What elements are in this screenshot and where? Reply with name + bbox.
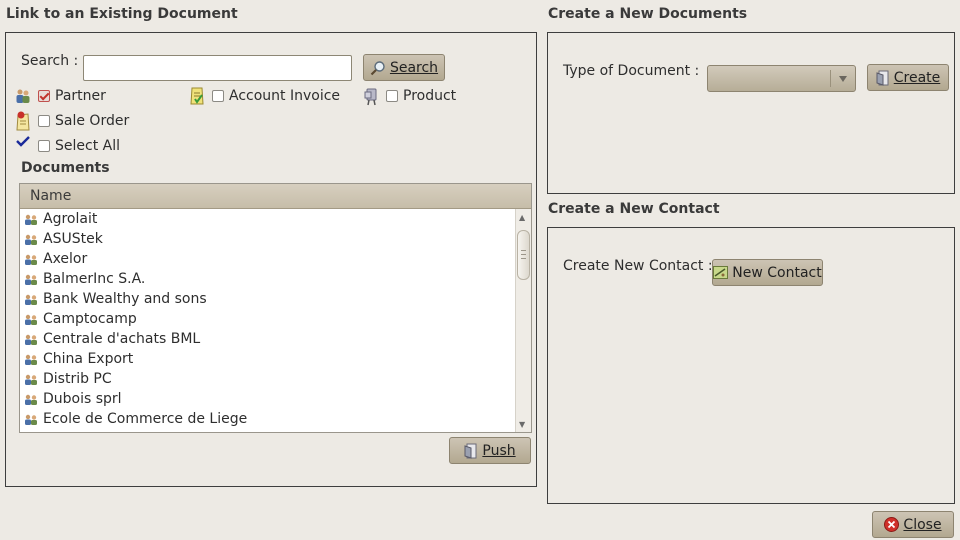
partner-icon bbox=[25, 394, 37, 405]
table-row[interactable]: Centrale d'achats BML bbox=[20, 329, 531, 349]
sale-order-checkbox[interactable] bbox=[38, 115, 50, 127]
search-button[interactable]: Search bbox=[363, 54, 445, 81]
product-checkbox[interactable] bbox=[386, 90, 398, 102]
documents-rows: Agrolait ASUStek Axelor BalmerInc S.A. Bank … bbox=[20, 209, 531, 429]
partner-icon bbox=[25, 214, 37, 225]
table-row[interactable]: BalmerInc S.A. bbox=[20, 269, 531, 289]
account-invoice-filter-label: Account Invoice bbox=[229, 88, 341, 104]
row-name: Centrale d'achats BML bbox=[43, 331, 201, 347]
row-name: Bank Wealthy and sons bbox=[43, 291, 207, 307]
create-icon bbox=[876, 70, 889, 86]
partner-icon bbox=[25, 374, 37, 385]
row-name: Dubois sprl bbox=[43, 391, 122, 407]
select-all-checkbox[interactable] bbox=[38, 140, 50, 152]
create-button[interactable]: Create bbox=[867, 64, 949, 91]
contact-card-icon bbox=[713, 266, 729, 279]
scroll-down-arrow[interactable]: ▼ bbox=[519, 420, 525, 429]
row-name: Camptocamp bbox=[43, 311, 137, 327]
name-column-header[interactable]: Name bbox=[20, 184, 531, 209]
push-button-label: Push bbox=[482, 442, 516, 459]
product-filter-label: Product bbox=[403, 88, 457, 104]
table-row[interactable]: Axelor bbox=[20, 249, 531, 269]
table-row[interactable]: Distrib PC bbox=[20, 369, 531, 389]
close-icon bbox=[884, 517, 900, 532]
partner-filter-label: Partner bbox=[55, 88, 106, 104]
row-name: China Export bbox=[43, 351, 134, 367]
documents-list[interactable]: Name Agrolait ASUStek Axelor BalmerInc S.A.… bbox=[19, 183, 532, 433]
magnifier-icon bbox=[370, 60, 385, 75]
search-label: Search : bbox=[21, 53, 79, 69]
sale-order-filter-label: Sale Order bbox=[55, 113, 130, 129]
checkmark-icon bbox=[16, 136, 30, 147]
create-contact-title: Create a New Contact bbox=[548, 201, 720, 217]
table-row[interactable]: ASUStek bbox=[20, 229, 531, 249]
document-type-select[interactable] bbox=[707, 65, 856, 92]
table-row[interactable]: Agrolait bbox=[20, 209, 531, 229]
partner-icon bbox=[16, 89, 30, 103]
scroll-up-arrow[interactable]: ▲ bbox=[519, 213, 525, 222]
row-name: Agrolait bbox=[43, 211, 98, 227]
partner-checkbox[interactable] bbox=[38, 90, 50, 102]
row-name: Axelor bbox=[43, 251, 88, 267]
search-input[interactable] bbox=[83, 55, 352, 81]
table-row[interactable]: Ecole de Commerce de Liege bbox=[20, 409, 531, 429]
create-document-title: Create a New Documents bbox=[548, 6, 748, 22]
table-row[interactable]: Dubois sprl bbox=[20, 389, 531, 409]
table-row[interactable]: China Export bbox=[20, 349, 531, 369]
create-contact-label: Create New Contact : bbox=[563, 258, 713, 274]
row-name: Distrib PC bbox=[43, 371, 112, 387]
document-type-label: Type of Document : bbox=[563, 63, 700, 79]
account-invoice-checkbox[interactable] bbox=[212, 90, 224, 102]
table-row[interactable]: Camptocamp bbox=[20, 309, 531, 329]
table-row[interactable]: Bank Wealthy and sons bbox=[20, 289, 531, 309]
row-name: ASUStek bbox=[43, 231, 103, 247]
invoice-icon bbox=[190, 87, 204, 105]
partner-icon bbox=[25, 314, 37, 325]
create-document-frame bbox=[547, 32, 955, 194]
close-button-label: Close bbox=[903, 516, 942, 533]
list-scrollbar[interactable]: ▲ ▼ bbox=[515, 209, 531, 432]
partner-icon bbox=[25, 254, 37, 265]
partner-icon bbox=[25, 294, 37, 305]
search-button-label: Search bbox=[389, 59, 439, 76]
create-button-label: Create bbox=[893, 69, 941, 86]
partner-icon bbox=[25, 354, 37, 365]
row-name: Ecole de Commerce de Liege bbox=[43, 411, 248, 427]
new-contact-button[interactable]: New Contact bbox=[712, 259, 823, 286]
partner-icon bbox=[25, 274, 37, 285]
dropdown-arrow-icon bbox=[839, 76, 847, 82]
partner-icon bbox=[25, 334, 37, 345]
row-name: BalmerInc S.A. bbox=[43, 271, 146, 287]
new-contact-button-label: New Contact bbox=[732, 264, 822, 281]
partner-icon bbox=[25, 234, 37, 245]
documents-title: Documents bbox=[21, 160, 110, 176]
product-icon bbox=[364, 88, 377, 106]
link-section-title: Link to an Existing Document bbox=[6, 6, 238, 22]
close-button[interactable]: Close bbox=[872, 511, 954, 538]
push-button[interactable]: Push bbox=[449, 437, 531, 464]
partner-icon bbox=[25, 414, 37, 425]
select-all-label: Select All bbox=[55, 138, 120, 154]
push-icon bbox=[464, 443, 477, 459]
sale-order-icon bbox=[16, 111, 30, 131]
scroll-thumb[interactable] bbox=[517, 230, 530, 280]
